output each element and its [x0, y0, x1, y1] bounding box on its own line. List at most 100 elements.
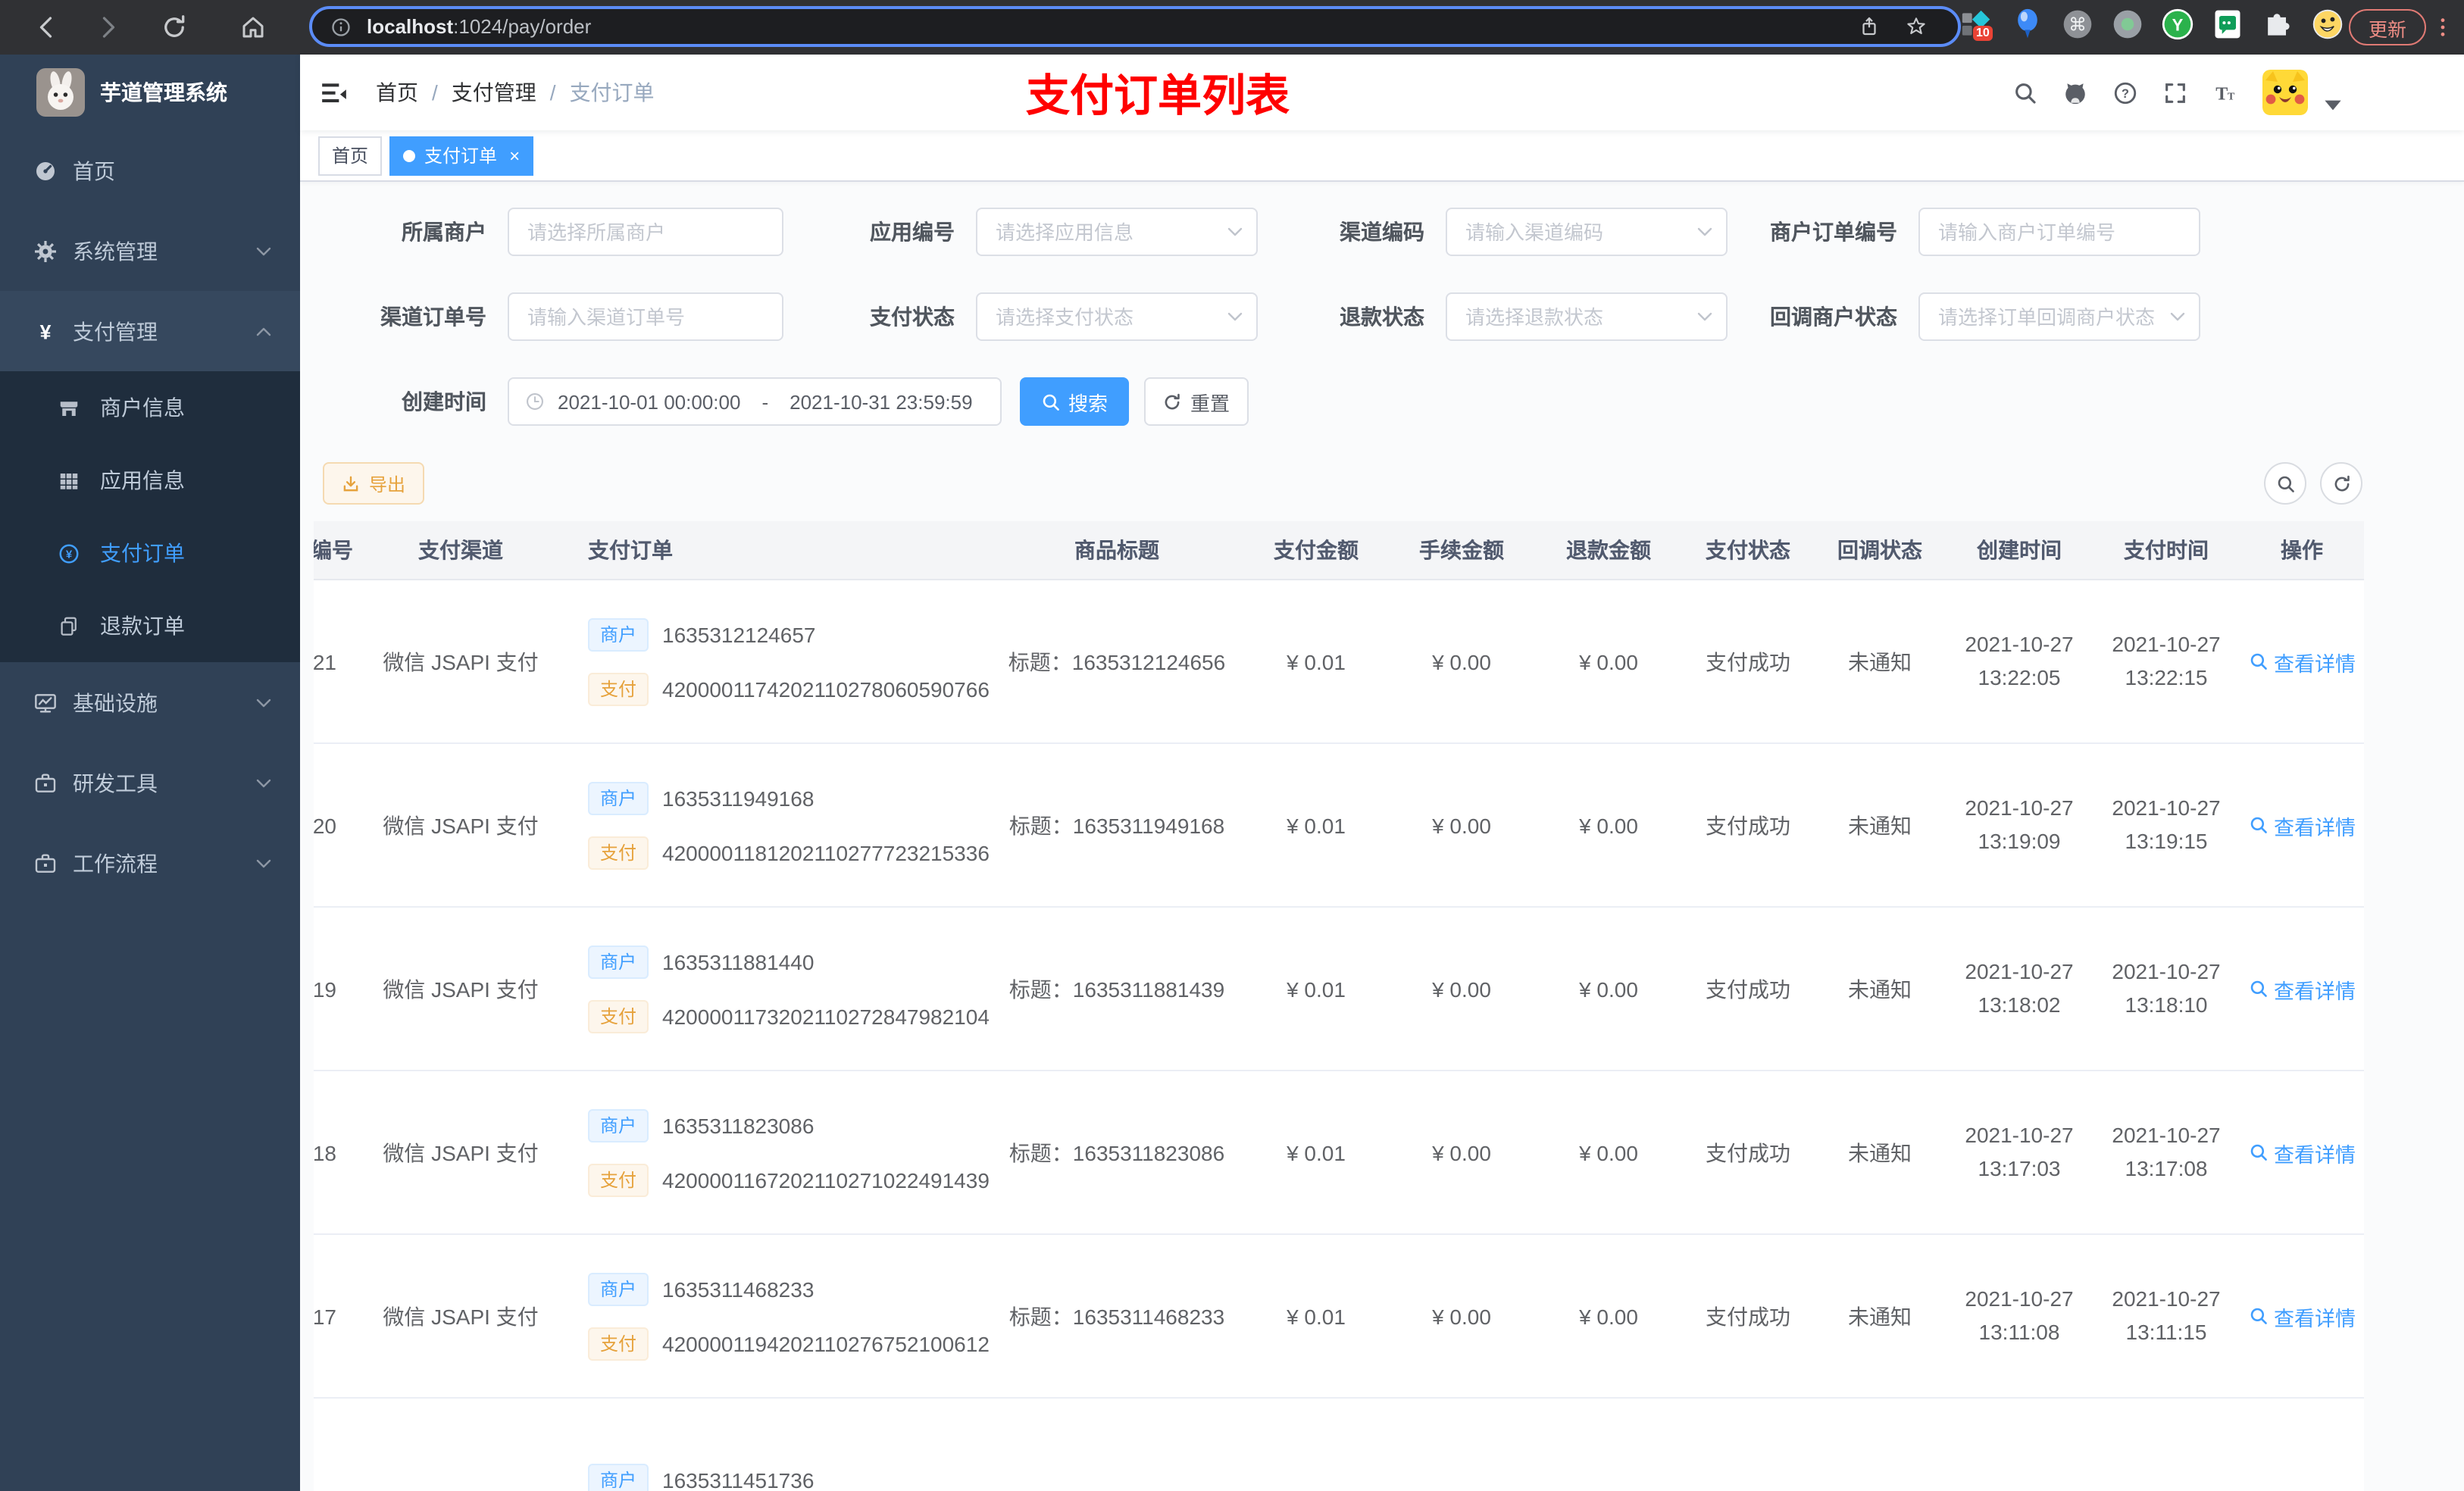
url-bar[interactable]: localhost:1024/pay/order — [309, 6, 1961, 47]
extension-balloon-icon[interactable] — [2011, 8, 2044, 41]
pay-order-no: 4200001194202110276752100612 — [662, 1331, 990, 1355]
browser-menu-icon[interactable] — [2431, 12, 2455, 42]
pay-order-no: 4200001167202110271022491439 — [662, 1167, 990, 1192]
cell-fee-amount: ¥ 0.00 — [1432, 813, 1491, 837]
toggle-search-button[interactable] — [2264, 462, 2306, 505]
logo-rabbit-icon — [36, 68, 85, 117]
cell-product-title: 标题：1635312124656 — [1008, 649, 1226, 674]
sidebar-item-refund-order[interactable]: 退款订单 — [0, 589, 300, 662]
clock-icon — [527, 393, 543, 410]
cell-pay-order: 商户 1635311881440 支付 42000011732021102728… — [558, 945, 990, 1033]
browser-back-icon[interactable] — [33, 14, 61, 41]
extension-diamond-icon[interactable]: 10 — [1961, 8, 1994, 41]
search-button[interactable]: 搜索 — [1020, 377, 1129, 426]
cell-fee-amount: ¥ 0.00 — [1432, 1140, 1491, 1164]
sidebar-item-pay-order[interactable]: 支付订单 — [0, 517, 300, 589]
tab-home[interactable]: 首页 — [318, 136, 383, 175]
view-detail-link[interactable]: 查看详情 — [2248, 974, 2356, 1004]
cell-notify-status: 未通知 — [1848, 1140, 1912, 1164]
cell-pay-order: 商户 1635312124657 支付 42000011742021102780… — [558, 617, 990, 705]
cell-create-time: 2021-10-27 13:11:08 — [1965, 1286, 2074, 1343]
magnifier-icon — [2250, 1308, 2266, 1324]
table-row: 19 微信 JSAPI 支付 商户 1635311881440 支付 42000… — [314, 908, 2364, 1071]
cell-notify-status: 未通知 — [1848, 649, 1912, 674]
profile-emoji-icon[interactable] — [2311, 8, 2344, 41]
view-detail-link[interactable]: 查看详情 — [2248, 646, 2356, 677]
create-time-range-picker[interactable]: 2021-10-01 00:00:00 - 2021-10-31 23:59:5… — [508, 377, 1002, 426]
view-detail-link[interactable]: 查看详情 — [2248, 1137, 2356, 1167]
refresh-table-button[interactable] — [2320, 462, 2362, 505]
cell-pay-status: 支付成功 — [1706, 1304, 1790, 1328]
cell-pay-status: 支付成功 — [1706, 813, 1790, 837]
orders-table-clip: 编号 支付渠道 支付订单 商品标题 支付金额 手续金额 退款金额 支付状态 回调… — [314, 521, 2378, 1491]
tab-pay-order[interactable]: 支付订单 × — [389, 136, 534, 175]
cell-pay-status: 支付成功 — [1706, 1140, 1790, 1164]
sidebar: 芋道管理系统 首页 系统管理 支付管理 商户信息 应用信息 支付订单 退款订单 … — [0, 55, 300, 1491]
cell-notify-status: 未通知 — [1848, 813, 1912, 837]
browser-update-button[interactable]: 更新 — [2349, 9, 2427, 45]
refund-status-select[interactable] — [1446, 292, 1728, 341]
share-icon[interactable] — [1858, 15, 1881, 38]
view-detail-link[interactable]: 查看详情 — [2248, 810, 2356, 840]
export-button[interactable]: 导出 — [323, 462, 424, 505]
site-info-icon[interactable] — [330, 16, 352, 37]
cell-order-id: 20 — [314, 813, 336, 837]
fullscreen-icon[interactable] — [2162, 80, 2188, 105]
reset-button[interactable]: 重置 — [1144, 377, 1249, 426]
extension-command-icon[interactable] — [2061, 8, 2094, 41]
notify-status-select[interactable] — [1918, 292, 2200, 341]
sidebar-item-merchant-info[interactable]: 商户信息 — [0, 371, 300, 444]
sidebar-item-system[interactable]: 系统管理 — [0, 211, 300, 291]
navbar-actions — [2012, 55, 2464, 130]
channel-code-select[interactable] — [1446, 208, 1728, 256]
breadcrumb-current: 支付订单 — [569, 80, 655, 105]
browser-chrome: localhost:1024/pay/order 10 更新 — [0, 0, 2464, 55]
magnifier-icon — [2250, 653, 2266, 670]
browser-reload-icon[interactable] — [161, 14, 188, 41]
channel-order-no-input[interactable] — [508, 292, 783, 341]
tab-close-icon[interactable]: × — [509, 145, 520, 166]
pay-badge: 支付 — [588, 1327, 649, 1360]
sidebar-item-app-info[interactable]: 应用信息 — [0, 444, 300, 517]
table-row: 20 微信 JSAPI 支付 商户 1635311949168 支付 42000… — [314, 744, 2364, 908]
payment-submenu: 商户信息 应用信息 支付订单 退款订单 — [0, 371, 300, 662]
download-icon — [344, 475, 359, 491]
search-icon[interactable] — [2012, 80, 2038, 105]
browser-home-icon[interactable] — [239, 14, 267, 41]
caret-down-icon[interactable] — [2320, 92, 2346, 118]
extensions-puzzle-icon[interactable] — [2261, 8, 2294, 41]
github-icon[interactable] — [2062, 80, 2088, 105]
sidebar-item-home[interactable]: 首页 — [0, 130, 300, 211]
merchant-order-no-input[interactable] — [1918, 208, 2200, 256]
cell-create-time: 2021-10-27 13:19:09 — [1965, 796, 2074, 852]
view-detail-link[interactable]: 查看详情 — [2248, 1301, 2356, 1331]
bookmark-star-icon[interactable] — [1905, 15, 1928, 38]
cell-pay-order: 商户 1635311949168 支付 42000011812021102777… — [558, 781, 990, 869]
app-select[interactable] — [976, 208, 1258, 256]
cell-pay-channel: 微信 JSAPI 支付 — [383, 977, 539, 1001]
breadcrumb-home[interactable]: 首页 — [376, 77, 418, 108]
merchant-select[interactable] — [508, 208, 783, 256]
browser-forward-icon[interactable] — [94, 14, 121, 41]
sidebar-item-devtools[interactable]: 研发工具 — [0, 742, 300, 823]
monitor-icon — [35, 693, 56, 712]
extension-y-icon[interactable] — [2161, 8, 2194, 41]
cell-pay-amount: ¥ 0.01 — [1287, 1140, 1346, 1164]
avatar[interactable] — [2262, 70, 2308, 115]
merchant-order-no: 1635311468233 — [662, 1277, 815, 1301]
pay-badge: 支付 — [588, 672, 649, 705]
breadcrumb-payment: 支付管理 — [451, 80, 536, 105]
sidebar-item-infra[interactable]: 基础设施 — [0, 662, 300, 742]
extension-record-icon[interactable] — [2111, 8, 2144, 41]
help-icon[interactable] — [2112, 80, 2138, 105]
pay-badge: 支付 — [588, 1163, 649, 1196]
extension-chat-icon[interactable] — [2211, 8, 2244, 41]
pay-status-select[interactable] — [976, 292, 1258, 341]
sidebar-item-workflow[interactable]: 工作流程 — [0, 823, 300, 903]
merchant-badge: 商户 — [588, 945, 649, 978]
font-size-icon[interactable] — [2212, 80, 2238, 105]
url-text: localhost:1024/pay/order — [367, 15, 592, 38]
sidebar-collapse-icon[interactable] — [320, 79, 349, 108]
app-logo[interactable]: 芋道管理系统 — [0, 55, 300, 130]
sidebar-item-payment[interactable]: 支付管理 — [0, 291, 300, 371]
